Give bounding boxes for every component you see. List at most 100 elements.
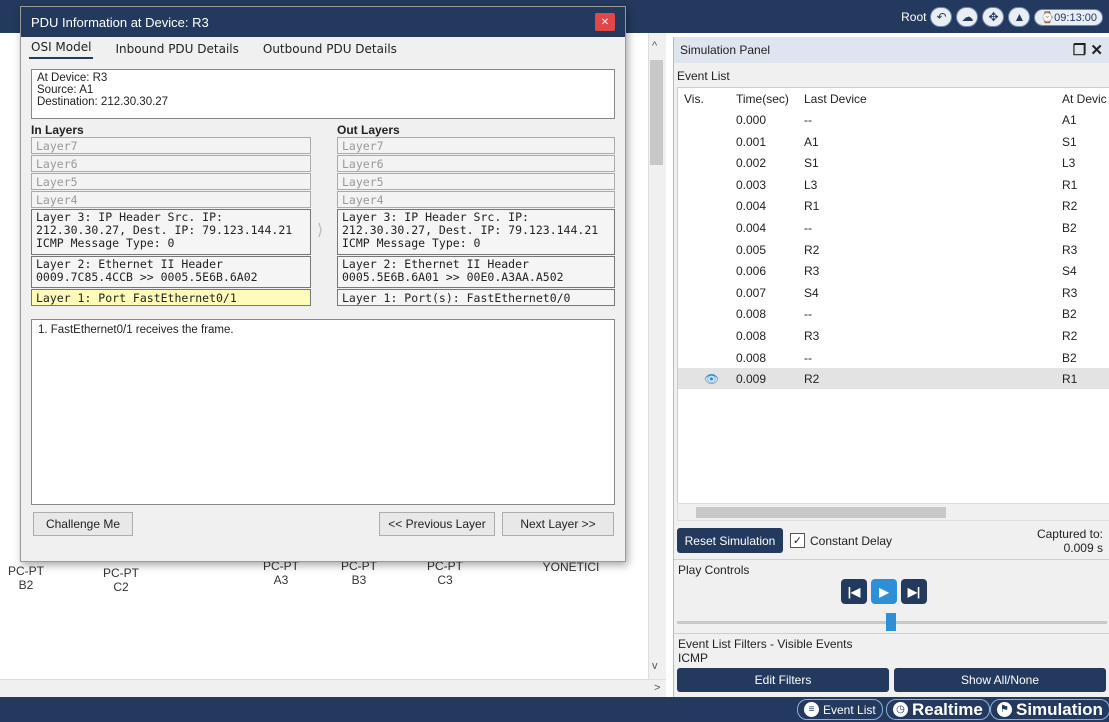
event-row[interactable]: 0.003 L3 R1	[678, 174, 1109, 195]
captured-label: Captured to:	[1036, 527, 1103, 541]
event-row[interactable]: 0.001 A1 S1	[678, 131, 1109, 152]
in-layer-4[interactable]: Layer4	[31, 191, 311, 208]
canvas-horizontal-scrollbar[interactable]	[0, 679, 666, 697]
tab-osi-model[interactable]: OSI Model	[29, 38, 94, 59]
challenge-me-button[interactable]: Challenge Me	[33, 512, 133, 536]
edit-filters-button[interactable]: Edit Filters	[677, 668, 889, 692]
tab-outbound-pdu[interactable]: Outbound PDU Details	[261, 40, 399, 59]
in-layer-1[interactable]: Layer 1: Port FastEthernet0/1	[31, 289, 311, 306]
play-speed-slider[interactable]	[677, 613, 1107, 631]
tab-inbound-pdu[interactable]: Inbound PDU Details	[113, 40, 240, 59]
event-time: 0.002	[736, 156, 767, 171]
in-layer-6[interactable]: Layer6	[31, 155, 311, 172]
scroll-down-icon[interactable]: v	[652, 660, 658, 672]
reset-simulation-button[interactable]: Reset Simulation	[677, 528, 783, 553]
simulation-panel: Simulation Panel ❐ ✕ Event List Vis. Tim…	[673, 37, 1109, 697]
event-time: 0.008	[736, 307, 767, 322]
image-icon[interactable]: ▲	[1008, 7, 1031, 27]
close-icon[interactable]: ✕	[595, 13, 615, 31]
out-layer-3[interactable]: Layer 3: IP Header Src. IP: 212.30.30.27…	[337, 209, 615, 255]
out-layer-6[interactable]: Layer6	[337, 155, 615, 172]
back-step-icon[interactable]: |◀	[841, 579, 867, 604]
source-line: Source: A1	[37, 84, 94, 96]
topbar-controls: Root ↶ ☁ ✥ ▲ ⌚09:13:00	[901, 6, 1103, 28]
out-layers-heading: Out Layers	[337, 123, 400, 137]
in-layer-2[interactable]: Layer 2: Ethernet II Header 0009.7C85.4C…	[31, 256, 311, 288]
event-row[interactable]: 0.007 S4 R3	[678, 282, 1109, 303]
bottom-bar: ≡ Event List ◷ Realtime ⚑ Simulation	[0, 697, 1109, 722]
move-icon[interactable]: ✥	[982, 7, 1005, 27]
show-all-none-button[interactable]: Show All/None	[894, 668, 1106, 692]
sim-panel-header: Simulation Panel ❐ ✕	[674, 37, 1109, 63]
event-last-device: --	[804, 221, 812, 235]
back-icon[interactable]: ↶	[930, 7, 953, 27]
sim-panel-title: Simulation Panel	[680, 43, 771, 57]
event-last-device: A1	[804, 134, 819, 149]
event-last-device: R3	[804, 329, 820, 343]
close-panel-icon[interactable]: ✕	[1090, 42, 1103, 59]
hscroll-thumb[interactable]	[696, 507, 946, 518]
eye-icon[interactable]: 👁	[704, 372, 719, 386]
cloud-icon[interactable]: ☁	[956, 7, 979, 27]
event-table-header: Vis. Time(sec) Last Device At Devic	[678, 88, 1109, 109]
out-layer-5[interactable]: Layer5	[337, 173, 615, 190]
col-vis[interactable]: Vis.	[684, 92, 704, 106]
device-label-a3[interactable]: PC-PT A3	[258, 559, 304, 587]
dialog-title: PDU Information at Device: R3	[31, 14, 209, 30]
event-row[interactable]: 0.004 R1 R2	[678, 195, 1109, 216]
event-row[interactable]: 0.002 S1 L3	[678, 152, 1109, 173]
simulation-icon: ⚑	[997, 702, 1012, 717]
in-layer-3[interactable]: Layer 3: IP Header Src. IP: 212.30.30.27…	[31, 209, 311, 255]
device-label-b3[interactable]: PC-PT B3	[336, 559, 382, 587]
layer-arrow-icon: ⟩	[317, 222, 324, 239]
event-at-device: B2	[1062, 307, 1077, 322]
event-at-device: R2	[1062, 329, 1078, 343]
simulation-button[interactable]: ⚑ Simulation	[990, 699, 1109, 720]
event-time: 0.003	[736, 177, 767, 192]
out-layer-1[interactable]: Layer 1: Port(s): FastEthernet0/0	[337, 289, 615, 306]
previous-layer-button[interactable]: << Previous Layer	[379, 512, 495, 536]
event-row[interactable]: 0.008 -- B2	[678, 347, 1109, 368]
event-row[interactable]: 0.005 R2 R3	[678, 239, 1109, 260]
event-row[interactable]: 0.000 -- A1	[678, 109, 1109, 130]
event-row[interactable]: 0.006 R3 S4	[678, 260, 1109, 281]
out-layer-2[interactable]: Layer 2: Ethernet II Header 0005.5E6B.6A…	[337, 256, 615, 288]
undock-icon[interactable]: ❐	[1073, 42, 1086, 59]
clock: ⌚09:13:00	[1034, 8, 1103, 26]
device-label-c3[interactable]: PC-PT C3	[422, 559, 468, 587]
event-last-device: R2	[804, 372, 820, 387]
scroll-up-icon[interactable]: ^	[652, 40, 657, 52]
constant-delay-checkbox[interactable]: ✓	[790, 533, 805, 548]
event-row[interactable]: 👁 0.009 R2 R1	[678, 368, 1109, 390]
event-time: 0.004	[736, 199, 767, 214]
in-layer-5[interactable]: Layer5	[31, 173, 311, 190]
event-row[interactable]: 0.004 -- B2	[678, 217, 1109, 238]
in-layer-7[interactable]: Layer7	[31, 137, 311, 154]
event-list-button[interactable]: ≡ Event List	[797, 699, 883, 720]
event-last-device: --	[804, 307, 812, 322]
device-label-b2[interactable]: PC-PT B2	[6, 564, 46, 592]
scroll-right-icon[interactable]: >	[654, 682, 660, 694]
realtime-button[interactable]: ◷ Realtime	[886, 699, 990, 720]
event-last-device: S4	[804, 285, 819, 300]
forward-step-icon[interactable]: ▶|	[901, 579, 927, 604]
canvas-scroll-thumb[interactable]	[650, 60, 663, 165]
out-layer-7[interactable]: Layer7	[337, 137, 615, 154]
play-icon[interactable]: ▶	[871, 579, 897, 604]
col-at-device[interactable]: At Devic	[1062, 92, 1107, 106]
event-row[interactable]: 0.008 -- B2	[678, 303, 1109, 324]
col-last-device[interactable]: Last Device	[804, 92, 867, 106]
out-layer-4[interactable]: Layer4	[337, 191, 615, 208]
event-row[interactable]: 0.008 R3 R2	[678, 325, 1109, 346]
divider	[674, 633, 1109, 634]
event-table-hscrollbar[interactable]	[677, 503, 1109, 521]
slider-thumb[interactable]	[886, 613, 896, 631]
event-at-device: R2	[1062, 199, 1078, 214]
dialog-titlebar[interactable]: PDU Information at Device: R3 ✕	[21, 7, 625, 37]
next-layer-button[interactable]: Next Layer >>	[502, 512, 614, 536]
device-label-c2[interactable]: PC-PT C2	[98, 566, 144, 594]
device-label-yonetici[interactable]: YÖNETİCİ	[536, 560, 606, 574]
event-time: 0.001	[736, 134, 767, 149]
col-time[interactable]: Time(sec)	[736, 92, 789, 106]
list-icon: ≡	[804, 702, 819, 717]
